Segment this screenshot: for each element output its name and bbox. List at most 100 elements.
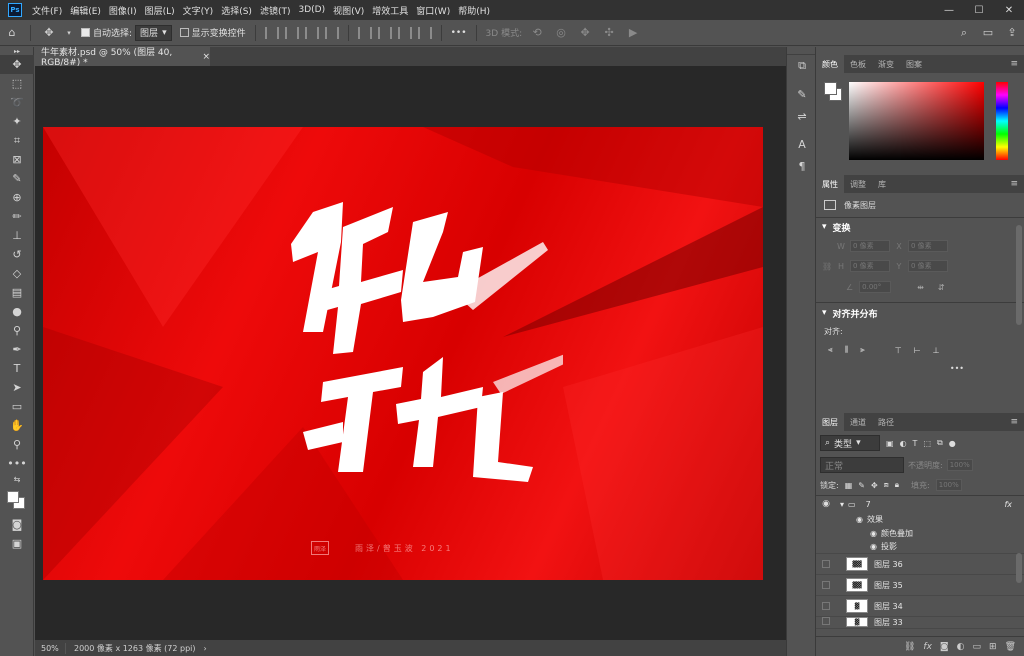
3d-roll-icon[interactable]: ◎ [553, 25, 569, 41]
color-panel-foreground-swatch[interactable] [824, 82, 837, 95]
filter-type-icon[interactable]: T [913, 439, 918, 448]
lock-artboard-icon[interactable]: ⧈ [884, 480, 889, 490]
filter-pixel-icon[interactable]: ▣ [886, 439, 894, 448]
adjust-sliders-icon[interactable]: ⇌ [787, 105, 817, 127]
effects-row[interactable]: ◉ 效果 [816, 512, 1024, 526]
filter-shape-icon[interactable]: ⬚ [923, 439, 931, 448]
tab-color[interactable]: 颜色 [816, 55, 844, 73]
menu-edit[interactable]: 编辑(E) [66, 4, 105, 17]
flip-horizontal-icon[interactable]: ⇹ [917, 283, 924, 292]
align-left-icon[interactable] [264, 26, 279, 39]
align-section-header[interactable]: ▾ 对齐并分布 [816, 303, 1024, 323]
layers-scrollbar[interactable] [1016, 553, 1022, 583]
stamp-tool-icon[interactable]: ⊥ [0, 226, 34, 245]
more-options-button[interactable]: ••• [950, 364, 964, 373]
menu-plugins[interactable]: 增效工具 [368, 4, 412, 17]
eyedropper-tool-icon[interactable]: ✎ [0, 169, 34, 188]
eraser-tool-icon[interactable]: ◇ [0, 264, 34, 283]
show-transform-checkbox[interactable] [179, 28, 189, 37]
maximize-button[interactable]: ☐ [964, 0, 994, 20]
tab-patterns[interactable]: 图案 [900, 55, 928, 73]
tab-swatches[interactable]: 色板 [844, 55, 872, 73]
layer-row[interactable]: ▓ 图层 33 [816, 617, 1024, 629]
move-tool-icon[interactable]: ✥ [0, 55, 34, 74]
distribute-vertical-icon[interactable] [417, 26, 432, 39]
align-bottom-icon[interactable] [397, 26, 412, 39]
opacity-field[interactable]: 100% [946, 459, 973, 471]
visibility-toggle[interactable] [822, 560, 830, 568]
screen-mode-icon[interactable]: ▣ [0, 534, 34, 553]
layer-row[interactable]: ▓▓ 图层 36 [816, 554, 1024, 575]
visibility-toggle[interactable] [822, 617, 830, 625]
canvas-area[interactable]: 雨泽 雨泽/曾玉波 2021 [35, 66, 786, 640]
menu-help[interactable]: 帮助(H) [454, 4, 494, 17]
align-right-edges-icon[interactable]: ⫸ [860, 345, 865, 355]
align-bottom-edges-icon[interactable]: ⊥ [933, 346, 940, 355]
pen-tool-icon[interactable]: ✒ [0, 340, 34, 359]
healing-brush-tool-icon[interactable]: ⊕ [0, 188, 34, 207]
magic-wand-tool-icon[interactable]: ✦ [0, 112, 34, 131]
visibility-toggle[interactable] [822, 581, 830, 589]
chevron-down-icon[interactable]: ▾ [65, 25, 73, 41]
auto-select-dropdown[interactable]: 图层 ▾ [135, 24, 172, 41]
tab-paths[interactable]: 路径 [872, 413, 900, 431]
visibility-toggle[interactable] [822, 602, 830, 610]
more-tools-icon[interactable]: ••• [0, 454, 34, 473]
workspace-icon[interactable]: ▭ [980, 25, 996, 41]
more-options-button[interactable]: ••• [451, 28, 467, 38]
x-field[interactable]: 0 像素 [908, 240, 948, 252]
menu-select[interactable]: 选择(S) [217, 4, 256, 17]
align-right-icon[interactable] [304, 26, 319, 39]
panel-menu-icon[interactable]: ≡ [1010, 179, 1018, 189]
document-tab[interactable]: 牛年素材.psd @ 50% (图层 40, RGB/8#) * × [35, 47, 210, 68]
angle-field[interactable]: 0.00° [859, 281, 892, 293]
transform-section-header[interactable]: ▾ 变换 [816, 218, 1024, 236]
hand-tool-icon[interactable]: ✋ [0, 416, 34, 435]
fill-field[interactable]: 100% [935, 479, 962, 491]
auto-select-checkbox[interactable] [81, 28, 90, 37]
height-field[interactable]: 0 像素 [850, 260, 890, 272]
3d-camera-icon[interactable]: ▶ [625, 25, 641, 41]
new-adjustment-layer-icon[interactable]: ◐ [957, 642, 965, 652]
menu-layer[interactable]: 图层(L) [141, 4, 179, 17]
paragraph-panel-icon[interactable]: ¶ [787, 155, 817, 177]
layer-row[interactable]: ▓ 图层 34 [816, 596, 1024, 617]
menu-type[interactable]: 文字(Y) [179, 4, 218, 17]
layer-group-row[interactable]: ◉ ▾ ▭ 7 fx [816, 496, 1024, 512]
align-top-edges-icon[interactable]: ⊤ [895, 346, 902, 355]
hue-slider[interactable] [996, 82, 1008, 160]
tab-properties[interactable]: 属性 [816, 175, 844, 193]
blur-tool-icon[interactable]: ● [0, 302, 34, 321]
type-tool-icon[interactable]: T [0, 359, 34, 378]
layer-filter-dropdown[interactable]: ⌕ 类型 ▾ [820, 435, 880, 451]
add-layer-style-icon[interactable]: fx [923, 642, 932, 652]
filter-toggle-icon[interactable]: ● [949, 439, 956, 448]
chevron-down-icon[interactable]: ▾ [840, 500, 844, 509]
menu-filter[interactable]: 滤镜(T) [256, 4, 295, 17]
close-tab-icon[interactable]: × [202, 52, 210, 62]
menu-image[interactable]: 图像(I) [105, 4, 141, 17]
move-tool-icon[interactable]: ✥ [41, 25, 57, 41]
path-selection-tool-icon[interactable]: ➤ [0, 378, 34, 397]
blend-mode-dropdown[interactable]: 正常 [820, 457, 904, 473]
delete-layer-icon[interactable]: 🗑︎ [1005, 642, 1016, 652]
color-swatches[interactable] [0, 485, 34, 515]
tab-channels[interactable]: 通道 [844, 413, 872, 431]
visibility-eye-icon[interactable]: ◉ [856, 515, 863, 524]
menu-3d[interactable]: 3D(D) [294, 5, 329, 15]
frame-tool-icon[interactable]: ⊠ [0, 150, 34, 169]
color-picker-field[interactable] [849, 82, 984, 160]
chevron-right-icon[interactable]: › [204, 644, 207, 653]
panel-menu-icon[interactable]: ≡ [1010, 59, 1018, 69]
dodge-tool-icon[interactable]: ⚲ [0, 321, 34, 340]
fx-badge[interactable]: fx [1004, 500, 1012, 509]
visibility-eye-icon[interactable]: ◉ [816, 499, 836, 509]
panel-menu-icon[interactable]: ≡ [1010, 417, 1018, 427]
add-mask-icon[interactable]: ◙ [940, 642, 949, 652]
search-icon[interactable]: ⌕ [956, 25, 972, 41]
zoom-level[interactable]: 50% [35, 644, 65, 653]
menu-file[interactable]: 文件(F) [28, 4, 66, 17]
lasso-tool-icon[interactable]: ➰ [0, 93, 34, 112]
align-vertical-centers-icon[interactable]: ⊢ [914, 346, 921, 355]
foreground-color-swatch[interactable] [7, 491, 19, 503]
